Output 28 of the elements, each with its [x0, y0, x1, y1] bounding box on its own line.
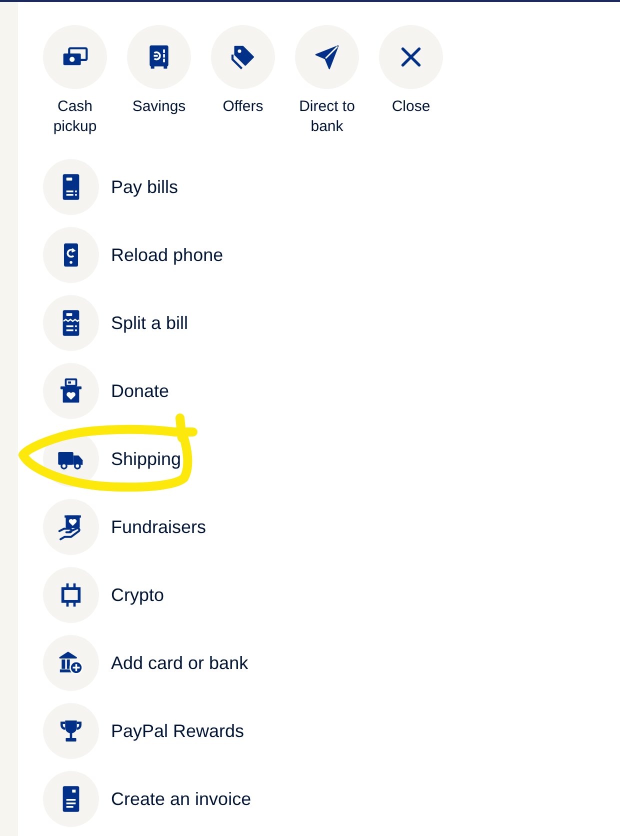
bank-plus-icon	[43, 635, 99, 691]
menu-item[interactable]: Create an invoice	[43, 771, 252, 827]
close-icon	[379, 25, 443, 89]
cash-pickup-button[interactable]: Cash pickup	[43, 25, 107, 137]
menu-item[interactable]: Crypto	[43, 567, 164, 623]
paper-plane-icon	[295, 25, 359, 89]
cash-icon	[43, 25, 107, 89]
donation-box-icon	[43, 363, 99, 419]
menu-item[interactable]: Pay bills	[43, 159, 178, 215]
menu-item[interactable]: Shipping	[43, 431, 182, 487]
bill-icon	[43, 159, 99, 215]
menu-item[interactable]: Reload phone	[43, 227, 224, 283]
menu-item[interactable]: Donate	[43, 363, 170, 419]
safe-icon	[127, 25, 191, 89]
document-icon	[43, 771, 99, 827]
chip-icon	[43, 567, 99, 623]
menu-item[interactable]: Split a bill	[43, 295, 188, 351]
trophy-icon	[43, 703, 99, 759]
menu-item[interactable]: Fundraisers	[43, 499, 206, 555]
receipt-icon	[43, 295, 99, 351]
offers-button[interactable]: Offers	[211, 25, 275, 137]
close-button[interactable]: Close	[379, 25, 443, 137]
phone-refresh-icon	[43, 227, 99, 283]
savings-button[interactable]: Savings	[127, 25, 191, 137]
menu-item[interactable]: PayPal Rewards	[43, 703, 244, 759]
direct-to-bank-button[interactable]: Direct to bank	[295, 25, 359, 137]
menu-item[interactable]: Add card or bank	[43, 635, 248, 691]
tag-icon	[211, 25, 275, 89]
